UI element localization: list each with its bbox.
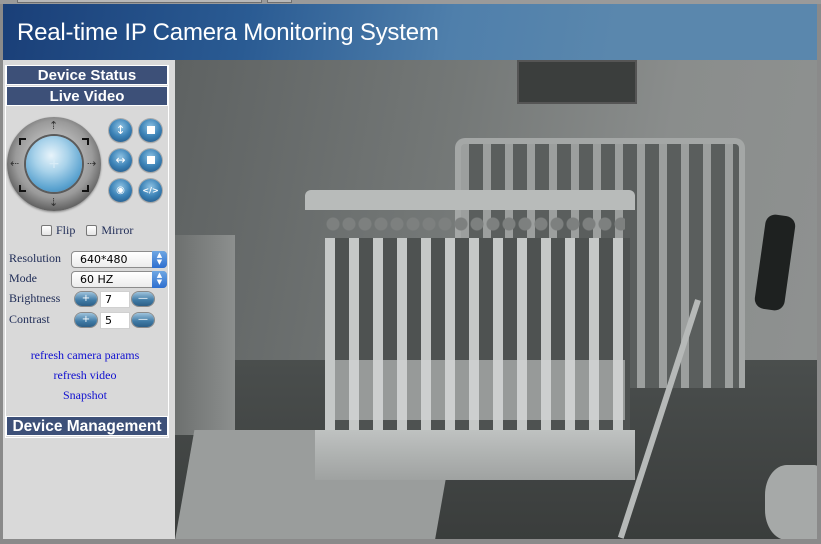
- video-toy: [765, 465, 817, 539]
- flip-label: Flip: [56, 223, 76, 237]
- video-crib: [305, 138, 745, 483]
- crib-rail: [305, 190, 635, 210]
- live-video-feed[interactable]: [175, 60, 817, 539]
- toolbar-button[interactable]: [267, 0, 292, 3]
- minus-icon: —: [138, 314, 148, 325]
- brightness-decrease-button[interactable]: —: [132, 292, 154, 306]
- ptz-center-button[interactable]: +: [26, 136, 82, 192]
- ptz-down-arrow-icon[interactable]: ⇣: [49, 197, 58, 208]
- stop-horizontal-patrol-button[interactable]: [139, 149, 162, 172]
- brightness-label: Brightness: [9, 291, 61, 305]
- select-spinner-icon: ▲ ▼: [152, 271, 167, 288]
- code-icon: </>: [142, 186, 159, 195]
- nav-device-status[interactable]: Device Status: [6, 65, 168, 85]
- ptz-up-right-corner-icon[interactable]: [82, 138, 89, 145]
- sidebar: Device Status Live Video ⇡ ⇣ ⇠ ⇢ + ↕ ↔ ◉…: [3, 60, 175, 539]
- vertical-patrol-button[interactable]: ↕: [109, 119, 132, 142]
- video-dresser: [175, 235, 235, 435]
- ptz-down-right-corner-icon[interactable]: [82, 185, 89, 192]
- mode-label: Mode: [9, 271, 37, 285]
- crib-mattress: [335, 360, 625, 420]
- vertical-arrows-icon: ↕: [115, 123, 126, 137]
- stop-icon: [146, 126, 155, 134]
- ptz-down-left-corner-icon[interactable]: [19, 185, 26, 192]
- image-options: Flip Mirror: [41, 223, 141, 240]
- resolution-label: Resolution: [9, 251, 62, 265]
- flip-checkbox[interactable]: Flip: [41, 223, 75, 238]
- horizontal-patrol-button[interactable]: ↔: [109, 149, 132, 172]
- mirror-label: Mirror: [101, 223, 134, 237]
- ptz-control-ring: ⇡ ⇣ ⇠ ⇢ +: [7, 117, 101, 211]
- stop-vertical-patrol-button[interactable]: [139, 119, 162, 142]
- horizontal-arrows-icon: ↔: [115, 153, 126, 167]
- crib-front-panel: [305, 190, 635, 480]
- contrast-label: Contrast: [9, 312, 50, 326]
- checkbox-box[interactable]: [41, 225, 52, 236]
- plus-icon: +: [81, 293, 91, 304]
- brightness-value: 7: [100, 291, 130, 308]
- eye-icon: ◉: [116, 185, 125, 196]
- ptz-up-arrow-icon[interactable]: ⇡: [49, 120, 58, 131]
- refresh-video-link[interactable]: refresh video: [3, 368, 167, 383]
- nav-device-management[interactable]: Device Management: [6, 416, 168, 436]
- contrast-decrease-button[interactable]: —: [132, 313, 154, 327]
- crib-beads: [325, 216, 625, 232]
- address-bar[interactable]: [17, 0, 262, 3]
- plus-icon: +: [48, 156, 60, 172]
- select-spinner-icon: ▲ ▼: [152, 251, 167, 268]
- app-header: Real-time IP Camera Monitoring System: [3, 4, 817, 60]
- snapshot-link[interactable]: Snapshot: [3, 388, 167, 403]
- contrast-increase-button[interactable]: +: [75, 313, 97, 327]
- checkbox-box[interactable]: [86, 225, 98, 236]
- minus-icon: —: [138, 293, 148, 304]
- video-picture-frame: [517, 60, 637, 104]
- nav-live-video[interactable]: Live Video: [6, 86, 168, 106]
- refresh-camera-params-link[interactable]: refresh camera params: [3, 348, 167, 363]
- mode-value: 60 HZ: [80, 273, 114, 286]
- resolution-select[interactable]: 640*480 ▲ ▼: [71, 251, 167, 268]
- contrast-value: 5: [100, 312, 130, 329]
- io-on-button[interactable]: ◉: [109, 179, 132, 202]
- crib-base: [315, 430, 635, 480]
- plus-icon: +: [81, 314, 91, 325]
- ptz-up-left-corner-icon[interactable]: [19, 138, 26, 145]
- resolution-value: 640*480: [80, 253, 128, 266]
- mirror-checkbox[interactable]: Mirror: [86, 223, 133, 238]
- brightness-increase-button[interactable]: +: [75, 292, 97, 306]
- ptz-left-arrow-icon[interactable]: ⇠: [10, 158, 19, 169]
- stop-icon: [146, 156, 155, 164]
- ptz-right-arrow-icon[interactable]: ⇢: [87, 158, 96, 169]
- page-title: Real-time IP Camera Monitoring System: [17, 19, 439, 46]
- io-off-button[interactable]: </>: [139, 179, 162, 202]
- mode-select[interactable]: 60 HZ ▲ ▼: [71, 271, 167, 288]
